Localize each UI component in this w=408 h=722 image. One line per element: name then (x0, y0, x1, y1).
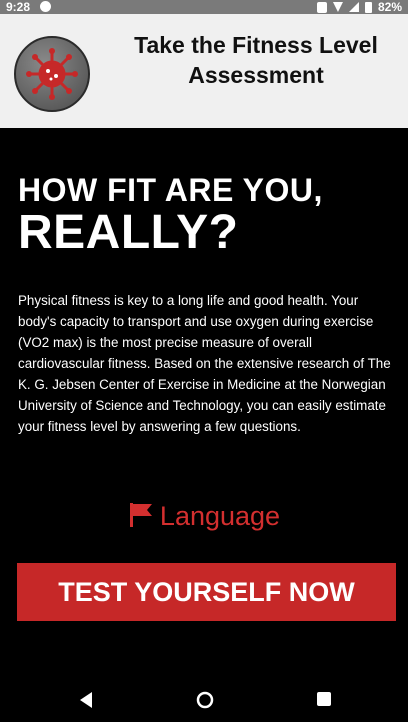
wifi-icon (332, 2, 343, 12)
test-yourself-button[interactable]: TEST YOURSELF NOW (17, 563, 396, 621)
signal-icon (348, 2, 359, 12)
app-header: Take the Fitness Level Assessment (0, 14, 408, 128)
headline: HOW FIT ARE YOU, REALLY? (18, 172, 323, 258)
headline-line1: HOW FIT ARE YOU, (18, 172, 323, 208)
recent-square-icon[interactable] (316, 691, 332, 707)
status-bar: 9:28 82% (0, 0, 408, 14)
battery-percent: 82% (377, 0, 402, 14)
back-triangle-icon[interactable] (79, 691, 93, 709)
status-icons: 82% (316, 0, 402, 14)
page-title: Take the Fitness Level Assessment (104, 30, 408, 90)
vibrate-icon (316, 1, 327, 13)
status-time: 9:28 (6, 0, 31, 14)
language-selector[interactable]: Language (0, 496, 408, 536)
navigation-bar (0, 680, 408, 722)
headline-line2: REALLY? (18, 206, 239, 259)
battery-icon (364, 1, 372, 13)
virus-logo-icon (14, 36, 90, 112)
page-title-line2: Assessment (188, 62, 324, 88)
flag-icon (129, 503, 152, 527)
notification-icon (40, 1, 51, 12)
intro-paragraph: Physical fitness is key to a long life a… (18, 293, 391, 434)
home-circle-icon[interactable] (196, 691, 214, 709)
page-title-line1: Take the Fitness Level (134, 32, 378, 58)
language-label: Language (159, 501, 281, 531)
